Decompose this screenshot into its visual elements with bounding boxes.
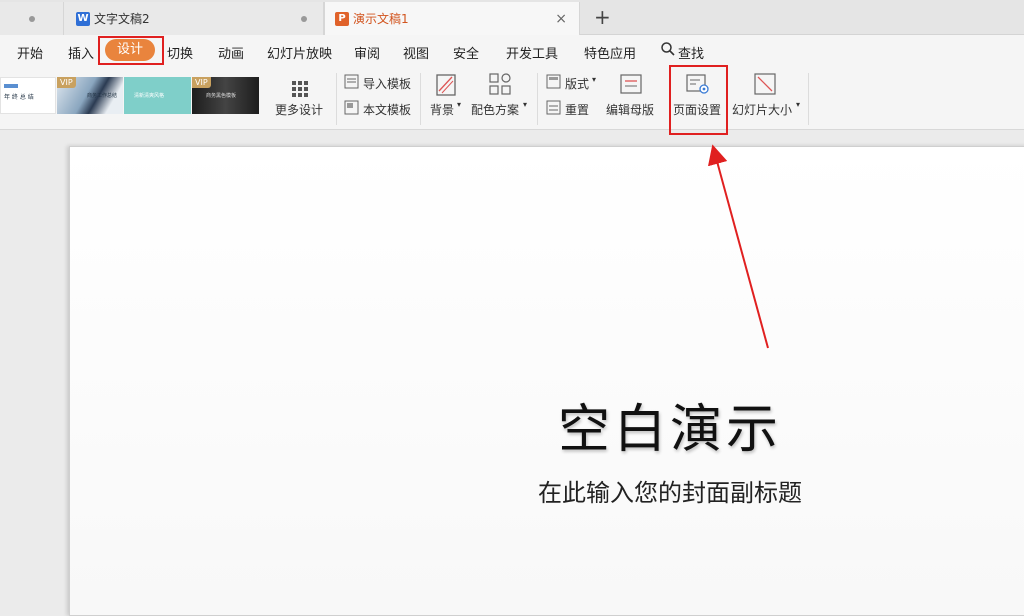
template-thumbnail[interactable]: 年 终 总 结: [0, 77, 56, 114]
template-thumbnail-text: 商务黑色模板: [206, 93, 237, 99]
divider: [336, 73, 337, 125]
search-icon[interactable]: [660, 41, 676, 61]
menu-find[interactable]: 查找: [678, 43, 704, 62]
layout-button[interactable]: 版式: [565, 75, 589, 92]
menu-insert[interactable]: 插入: [68, 43, 94, 62]
tab-dot-icon: [301, 15, 307, 22]
slide-title[interactable]: 空白演示: [480, 387, 860, 462]
import-template-icon[interactable]: [344, 74, 359, 93]
chevron-down-icon[interactable]: ▾: [523, 100, 527, 109]
divider: [420, 73, 421, 125]
slide-subtitle[interactable]: 在此输入您的封面副标题: [430, 473, 910, 508]
vip-badge: VIP: [192, 77, 211, 88]
grid-icon[interactable]: [292, 81, 308, 101]
divider: [808, 73, 809, 125]
highlight-page-setup: [669, 65, 728, 135]
menu-features[interactable]: 特色应用: [584, 43, 636, 62]
template-thumbnail[interactable]: VIP 商务工作总结: [57, 77, 123, 114]
highlight-design-tab: [98, 36, 164, 65]
color-scheme-icon[interactable]: [489, 73, 511, 99]
chevron-down-icon[interactable]: ▾: [457, 100, 461, 109]
slide-size-icon[interactable]: [754, 73, 776, 99]
slide-canvas[interactable]: 空白演示 在此输入您的封面副标题: [69, 146, 1024, 616]
ribbon-design: 年 终 总 结 VIP 商务工作总结 清新清爽风格 VIP 商务黑色模板 更多设…: [0, 67, 1024, 130]
template-thumbnail-text: 商务工作总结: [87, 93, 118, 99]
template-thumbnail[interactable]: 清新清爽风格: [124, 77, 191, 114]
menu-security[interactable]: 安全: [453, 43, 479, 62]
tab-label: 文字文稿2: [94, 12, 150, 26]
chevron-down-icon[interactable]: ▾: [796, 100, 800, 109]
tab-placeholder[interactable]: [0, 2, 64, 35]
template-deco: [4, 84, 18, 88]
layout-icon[interactable]: [546, 74, 561, 93]
color-scheme-button[interactable]: 配色方案: [471, 101, 519, 118]
reset-button[interactable]: 重置: [565, 101, 589, 118]
this-template-button[interactable]: 本文模板: [363, 101, 411, 118]
menu-developer[interactable]: 开发工具: [506, 43, 558, 62]
chevron-down-icon[interactable]: ▾: [592, 75, 596, 84]
menu-review[interactable]: 审阅: [354, 43, 380, 62]
slide-size-button[interactable]: 幻灯片大小: [732, 101, 792, 118]
new-tab-button[interactable]: +: [594, 5, 611, 29]
background-button[interactable]: 背景: [430, 101, 454, 118]
edit-master-button[interactable]: 编辑母版: [606, 101, 654, 118]
template-thumbnail-text: 年 终 总 结: [4, 94, 34, 101]
edit-master-icon[interactable]: [620, 73, 642, 99]
menu-transition[interactable]: 切换: [167, 43, 193, 62]
menu-home[interactable]: 开始: [17, 43, 43, 62]
tab-presentation[interactable]: P 演示文稿1 ×: [324, 2, 580, 35]
more-design-button[interactable]: 更多设计: [275, 101, 323, 118]
this-template-icon[interactable]: [344, 100, 359, 119]
menu-view[interactable]: 视图: [403, 43, 429, 62]
template-thumbnail-text: 清新清爽风格: [134, 93, 165, 99]
import-template-button[interactable]: 导入模板: [363, 75, 411, 92]
annotation-arrow: [707, 144, 769, 349]
close-icon[interactable]: ×: [555, 11, 567, 27]
divider: [537, 73, 538, 125]
writer-file-icon: W: [76, 11, 90, 26]
vip-badge: VIP: [57, 77, 76, 88]
menu-slideshow[interactable]: 幻灯片放映: [267, 43, 332, 62]
tab-writer-doc[interactable]: W 文字文稿2: [64, 2, 324, 35]
background-icon[interactable]: [436, 74, 456, 100]
presentation-file-icon: P: [335, 11, 349, 26]
template-thumbnail[interactable]: VIP 商务黑色模板: [192, 77, 259, 114]
tab-bar: W 文字文稿2 P 演示文稿1 × +: [0, 0, 1024, 35]
tab-dot-icon: [28, 15, 35, 22]
reset-icon[interactable]: [546, 100, 561, 119]
menu-animation[interactable]: 动画: [218, 43, 244, 62]
tab-label: 演示文稿1: [353, 12, 409, 26]
